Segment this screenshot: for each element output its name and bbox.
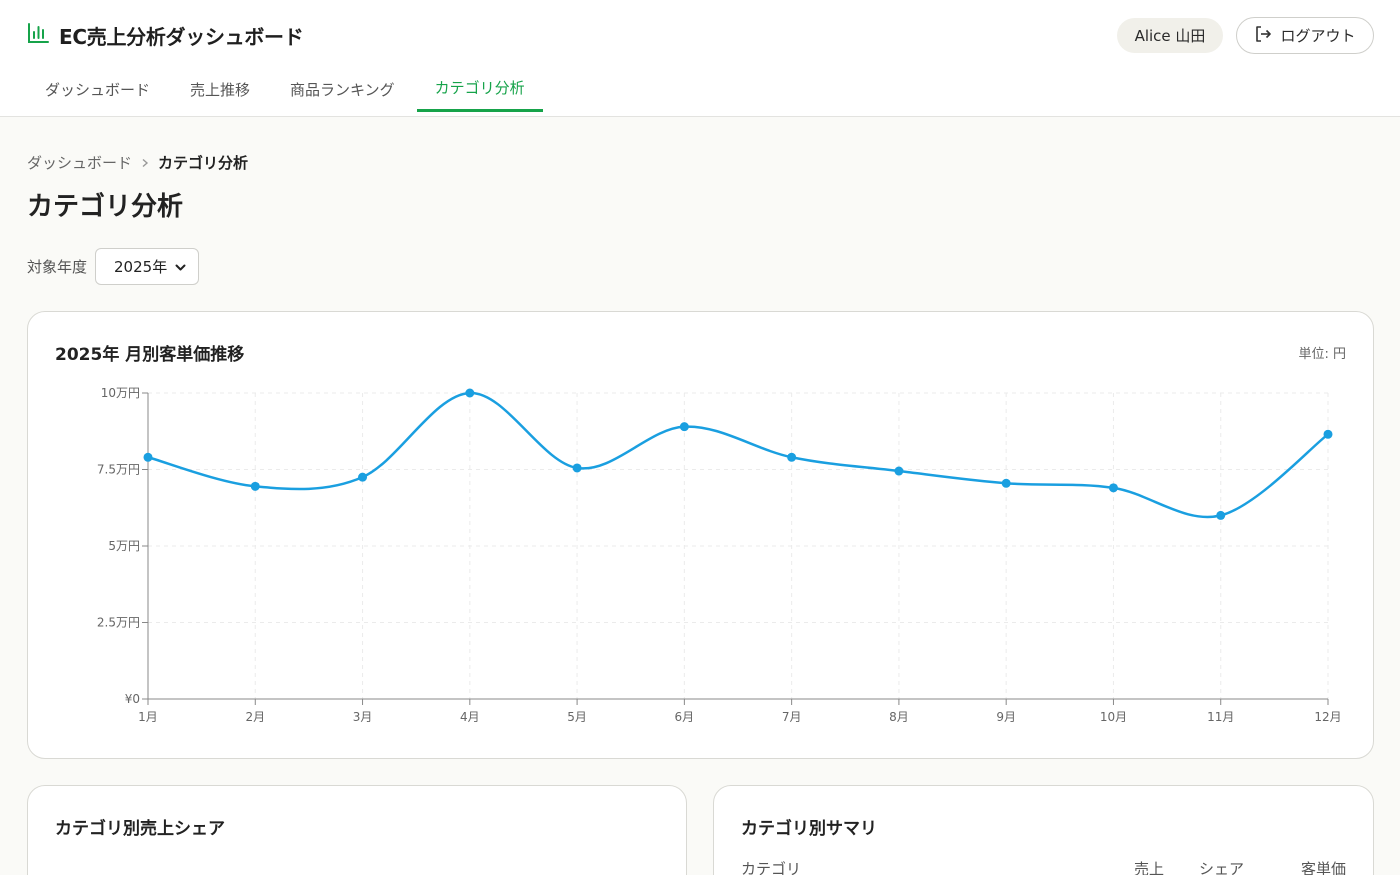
logout-icon (1254, 25, 1272, 47)
tab-dashboard[interactable]: ダッシュボード (27, 66, 168, 112)
tab-product-ranking[interactable]: 商品ランキング (272, 66, 413, 112)
x-tick-label: 3月 (353, 710, 373, 724)
breadcrumb: ダッシュボード カテゴリ分析 (27, 152, 248, 173)
y-tick-label: 7.5万円 (97, 463, 140, 477)
data-point (1323, 429, 1333, 439)
data-point (679, 422, 689, 432)
column-header-avg-price[interactable]: 客単価 (1244, 858, 1346, 875)
app-title: EC売上分析ダッシュボード (59, 24, 304, 49)
year-select[interactable]: 2025年 (95, 248, 200, 285)
tab-category-analysis[interactable]: カテゴリ分析 (416, 66, 543, 112)
bar-chart-icon (27, 22, 49, 48)
monthly-avg-chart-card: 2025年 月別客単価推移 単位: 円 ¥0 2.5万円 5万円 7.5万円 10万円 1… (27, 311, 1374, 759)
data-point (572, 463, 582, 473)
user-name-badge[interactable]: Alice 山田 (1117, 18, 1223, 53)
column-header-category[interactable]: カテゴリ (741, 858, 1094, 875)
x-tick-label: 10月 (1100, 710, 1127, 724)
y-tick-label: ¥0 (125, 692, 140, 706)
data-point (1108, 483, 1118, 493)
tab-sales-trend[interactable]: 売上推移 (172, 66, 268, 112)
x-tick-label: 6月 (675, 710, 695, 724)
data-point (250, 481, 260, 491)
logout-button[interactable]: ログアウト (1236, 17, 1374, 54)
data-point (358, 472, 368, 482)
logout-label: ログアウト (1280, 27, 1356, 45)
data-point (1216, 510, 1226, 520)
share-card-title: カテゴリ別売上シェア (55, 819, 225, 839)
line-chart: ¥0 2.5万円 5万円 7.5万円 10万円 1月 2月 3月 4月 5月 6月 7月 8月 9月 10月… (97, 386, 1342, 724)
year-filter-label: 対象年度 (27, 258, 88, 276)
x-tick-label: 2月 (245, 710, 265, 724)
data-point (143, 452, 153, 462)
series-line (147, 391, 1329, 519)
chevron-right-icon (140, 154, 150, 172)
x-tick-label: 4月 (460, 710, 480, 724)
main-tabs: ダッシュボード 売上推移 商品ランキング カテゴリ分析 (27, 66, 547, 116)
breadcrumb-parent[interactable]: ダッシュボード (27, 152, 132, 173)
breadcrumb-current: カテゴリ分析 (158, 154, 249, 172)
x-tick-label: 7月 (782, 710, 802, 724)
y-tick-label: 2.5万円 (97, 616, 140, 630)
data-point (894, 466, 904, 476)
category-share-card: カテゴリ別売上シェア (27, 785, 687, 875)
y-tick-label: 10万円 (101, 386, 140, 400)
x-tick-label: 9月 (996, 710, 1016, 724)
brand: EC売上分析ダッシュボード (27, 20, 304, 50)
year-filter: 対象年度 2025年 (27, 248, 200, 285)
year-select-value: 2025年 (114, 258, 168, 276)
y-tick-label: 5万円 (108, 539, 140, 553)
data-point (1001, 478, 1011, 488)
page-title: カテゴリ分析 (27, 192, 184, 222)
x-tick-label: 11月 (1207, 710, 1234, 724)
summary-table-header: カテゴリ 売上 シェア 客単価 (741, 858, 1346, 875)
x-tick-label: 8月 (889, 710, 909, 724)
x-tick-label: 1月 (138, 710, 158, 724)
data-point (787, 452, 797, 462)
x-tick-label: 5月 (567, 710, 587, 724)
top-header: EC売上分析ダッシュボード Alice 山田 ログアウト ダッシュボード 売上推… (0, 0, 1400, 117)
summary-card-title: カテゴリ別サマリ (741, 819, 877, 839)
column-header-share[interactable]: シェア (1164, 858, 1244, 875)
x-tick-label: 12月 (1314, 710, 1341, 724)
chevron-down-icon (175, 258, 186, 276)
column-header-sales[interactable]: 売上 (1094, 858, 1164, 875)
data-point (465, 388, 475, 398)
category-summary-card: カテゴリ別サマリ カテゴリ 売上 シェア 客単価 (713, 785, 1374, 875)
